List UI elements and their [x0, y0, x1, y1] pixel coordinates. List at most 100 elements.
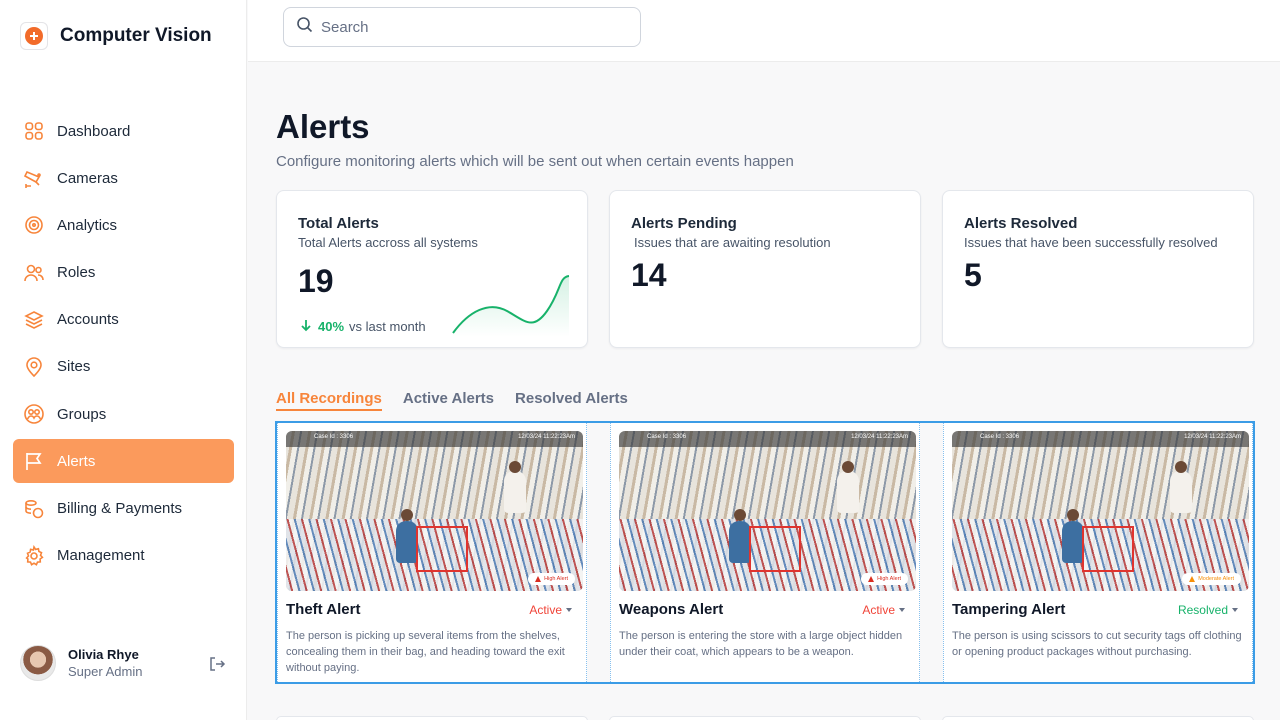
stat-card-total-alerts: Total Alerts Total Alerts accross all sy…: [276, 190, 588, 348]
status-label: Active: [862, 603, 895, 617]
stat-title: Alerts Pending: [631, 215, 737, 232]
trend-percent: 40%: [318, 319, 345, 334]
warning-icon: [1189, 576, 1196, 582]
sidebar-item-roles[interactable]: Roles: [13, 251, 234, 295]
severity-badge: High Alert: [528, 573, 575, 585]
chevron-down-icon: [899, 608, 905, 612]
warning-icon: [535, 576, 542, 582]
layers-icon: [23, 309, 45, 331]
timestamp: 12/03/24 11:22:23Am: [1184, 434, 1241, 440]
case-id: Case Id : 3306: [980, 434, 1020, 440]
next-row-card: [942, 716, 1254, 720]
sidebar-item-label: Management: [57, 547, 145, 565]
groups-icon: [23, 403, 45, 425]
stat-subtitle: Issues that have been successfully resol…: [964, 235, 1218, 250]
alert-card[interactable]: Case Id : 3306 12/03/24 11:22:23Am High …: [277, 423, 587, 682]
user-profile: Olivia Rhye Super Admin: [20, 645, 230, 681]
sidebar-item-label: Billing & Payments: [57, 500, 183, 517]
alert-tabs: All Recordings Active Alerts Resolved Al…: [276, 390, 649, 411]
tab-all-recordings[interactable]: All Recordings: [276, 390, 382, 411]
sidebar-item-label: Accounts: [57, 311, 119, 329]
detection-box: [749, 526, 801, 572]
card-title: Weapons Alert: [619, 601, 724, 618]
warning-icon: [868, 576, 875, 582]
user-role: Super Admin: [68, 664, 143, 679]
card-title: Theft Alert: [286, 601, 361, 618]
sidebar-item-cameras[interactable]: Cameras: [13, 156, 234, 200]
stat-subtitle: Issues that are awaiting resolution: [634, 235, 831, 250]
location-icon: [23, 356, 45, 378]
sidebar-item-sites[interactable]: Sites: [13, 345, 234, 389]
next-row-card: [276, 716, 588, 720]
card-description: The person is picking up several items f…: [286, 630, 565, 674]
status-dropdown[interactable]: Resolved: [1178, 603, 1238, 617]
card-description: The person is entering the store with a …: [619, 630, 903, 658]
alert-card[interactable]: Case Id : 3306 12/03/24 11:22:23Am High …: [610, 423, 920, 682]
stat-card-alerts-pending: Alerts Pending Issues that are awaiting …: [609, 190, 921, 348]
logout-icon[interactable]: [208, 655, 226, 678]
sidebar-item-analytics[interactable]: Analytics: [13, 203, 234, 247]
brand-logo-icon: [20, 22, 48, 50]
severity-label: High Alert: [544, 576, 568, 582]
status-dropdown[interactable]: Active: [529, 603, 572, 617]
detection-box: [1082, 526, 1134, 572]
sidebar-item-label: Cameras: [57, 169, 118, 187]
sidebar-item-label: Roles: [57, 264, 96, 282]
flag-icon: [23, 450, 45, 472]
search-icon: [296, 16, 313, 38]
avatar[interactable]: [20, 645, 56, 681]
timestamp: 12/03/24 11:22:23Am: [518, 434, 575, 440]
camera-snapshot[interactable]: Case Id : 3306 12/03/24 11:22:23Am Moder…: [952, 431, 1249, 591]
sidebar-item-label: Groups: [57, 405, 107, 423]
coins-icon: [23, 498, 45, 520]
alert-card[interactable]: Case Id : 3306 12/03/24 11:22:23Am Moder…: [943, 423, 1253, 682]
sidebar-item-label: Analytics: [57, 216, 118, 234]
timestamp: 12/03/24 11:22:23Am: [851, 434, 908, 440]
camera-icon: [23, 167, 45, 189]
tab-resolved-alerts[interactable]: Resolved Alerts: [515, 390, 628, 411]
trend: 40% vs last month: [299, 318, 426, 335]
card-title: Tampering Alert: [952, 601, 1066, 618]
stat-title: Total Alerts: [298, 215, 379, 232]
status-dropdown[interactable]: Active: [862, 603, 905, 617]
stat-subtitle: Total Alerts accross all systems: [298, 235, 478, 250]
chevron-down-icon: [566, 608, 572, 612]
settings-icon: [23, 544, 45, 567]
sidebar-item-label: Alerts: [57, 452, 96, 470]
alert-cards-grid: Case Id : 3306 12/03/24 11:22:23Am High …: [275, 421, 1255, 684]
stat-card-alerts-resolved: Alerts Resolved Issues that have been su…: [942, 190, 1254, 348]
trend-text: vs last month: [349, 319, 426, 334]
arrow-down-icon: [299, 318, 313, 335]
sidebar-item-management[interactable]: Management: [13, 534, 234, 578]
sidebar-nav: Dashboard Cameras Analytics Roles Accoun…: [13, 109, 234, 581]
chevron-down-icon: [1232, 608, 1238, 612]
brand[interactable]: Computer Vision: [20, 22, 212, 50]
sidebar-item-billing[interactable]: Billing & Payments: [13, 487, 234, 531]
camera-snapshot[interactable]: Case Id : 3306 12/03/24 11:22:23Am High …: [286, 431, 583, 591]
sparkline-chart: [452, 275, 570, 337]
topbar: [248, 0, 1280, 62]
stat-title: Alerts Resolved: [964, 215, 1078, 232]
stat-value: 5: [964, 257, 982, 293]
sidebar-item-alerts[interactable]: Alerts: [13, 439, 234, 484]
severity-badge: Moderate Alert: [1182, 573, 1241, 585]
search-input[interactable]: [321, 18, 621, 36]
brand-title: Computer Vision: [60, 25, 212, 46]
status-label: Resolved: [1177, 603, 1228, 617]
case-id: Case Id : 3306: [314, 434, 354, 440]
search-box[interactable]: [283, 7, 641, 47]
user-name: Olivia Rhye: [68, 647, 139, 662]
detection-box: [416, 526, 468, 572]
case-id: Case Id : 3306: [647, 434, 687, 440]
sidebar: Computer Vision Dashboard Cameras Analyt…: [0, 0, 247, 720]
sidebar-item-groups[interactable]: Groups: [13, 392, 234, 436]
next-row-card: [609, 716, 921, 720]
tab-active-alerts[interactable]: Active Alerts: [403, 390, 494, 411]
severity-label: Moderate Alert: [1198, 576, 1234, 582]
sidebar-item-dashboard[interactable]: Dashboard: [13, 109, 234, 153]
camera-snapshot[interactable]: Case Id : 3306 12/03/24 11:22:23Am High …: [619, 431, 916, 591]
sidebar-item-accounts[interactable]: Accounts: [13, 298, 234, 342]
stat-value: 19: [298, 263, 334, 299]
severity-label: High Alert: [877, 576, 901, 582]
users-icon: [23, 262, 45, 284]
